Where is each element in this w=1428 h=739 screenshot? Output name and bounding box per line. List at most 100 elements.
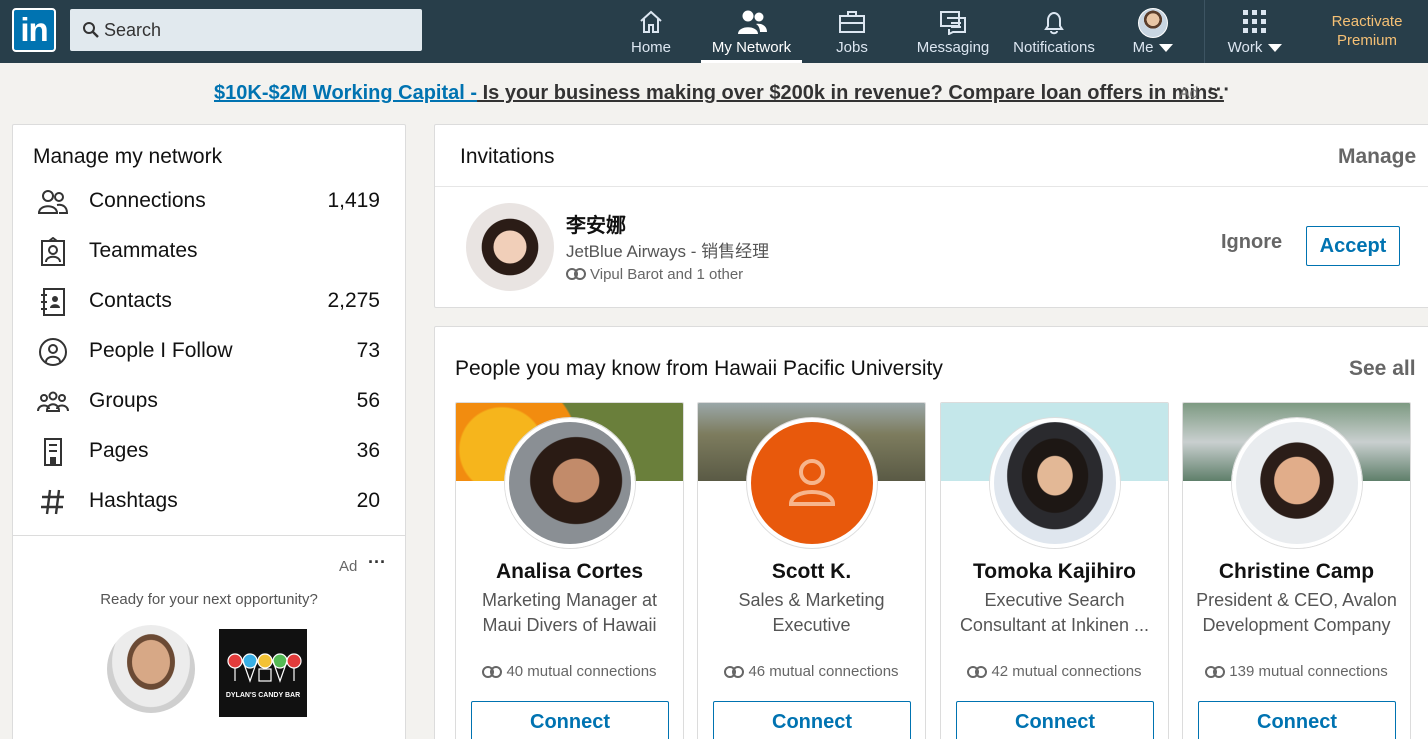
people-you-may-know-card: People you may know from Hawaii Pacific …	[434, 326, 1428, 739]
reactivate-premium-link[interactable]: Reactivate Premium	[1316, 12, 1418, 50]
mutual-connections-icon	[967, 666, 988, 678]
pages-icon	[44, 438, 62, 466]
inviter-avatar[interactable]	[466, 203, 554, 291]
person-avatar[interactable]	[505, 418, 635, 548]
person-mutual[interactable]: 46 mutual connections	[698, 663, 925, 680]
network-row-label: Pages	[89, 439, 149, 462]
network-row-teammates[interactable]: Teammates	[13, 225, 405, 275]
person-card[interactable]: Tomoka Kajihiro Executive Search Consult…	[940, 402, 1169, 739]
person-mutual-text: 46 mutual connections	[748, 663, 899, 680]
invitations-title: Invitations	[460, 145, 555, 168]
briefcase-icon	[839, 11, 865, 33]
person-mutual[interactable]: 42 mutual connections	[941, 663, 1168, 680]
nav-messaging-label: Messaging	[916, 39, 990, 56]
person-headline: Marketing Manager at Maui Divers of Hawa…	[481, 590, 658, 635]
person-name[interactable]: Analisa Cortes	[456, 560, 683, 584]
manage-invitations-link[interactable]: Manage	[1338, 145, 1416, 169]
nav-work[interactable]: Work	[1218, 0, 1292, 63]
ad-person-photo[interactable]	[107, 625, 195, 713]
manage-network-title: Manage my network	[33, 145, 223, 168]
network-row-count: 73	[356, 339, 380, 362]
network-row-count: 2,275	[327, 289, 380, 312]
network-row-people-i-follow[interactable]: People I Follow 73	[13, 325, 405, 375]
ad-text: Ready for your next opportunity?	[100, 591, 318, 608]
network-row-count: 56	[356, 389, 380, 412]
person-mutual[interactable]: 40 mutual connections	[456, 663, 683, 680]
person-name[interactable]: Scott K.	[698, 560, 925, 584]
person-avatar[interactable]	[1232, 418, 1362, 548]
linkedin-logo[interactable]: in	[12, 8, 56, 52]
connect-button[interactable]: Connect	[713, 701, 911, 739]
person-name[interactable]: Tomoka Kajihiro	[941, 560, 1168, 584]
nav-jobs-label: Jobs	[836, 39, 868, 56]
candy-logo-image: DYLAN'S CANDY BAR	[226, 653, 302, 699]
person-headline: Executive Search Consultant at Inkinen .…	[959, 590, 1150, 635]
network-row-label: Connections	[89, 189, 206, 212]
network-row-hashtags[interactable]: Hashtags 20	[13, 475, 405, 525]
default-person-icon	[788, 459, 836, 506]
person-card[interactable]: Christine Camp President & CEO, Avalon D…	[1182, 402, 1411, 739]
manage-network-card: Manage my network Connections 1,419 Team…	[12, 124, 406, 739]
accept-button[interactable]: Accept	[1306, 226, 1400, 266]
network-row-label: People I Follow	[89, 339, 233, 362]
inviter-mutual-text: Vipul Barot and 1 other	[590, 266, 744, 283]
search-box[interactable]	[70, 9, 422, 51]
nav-my-network[interactable]: My Network	[701, 0, 802, 63]
groups-icon	[37, 391, 69, 412]
nav-work-label: Work	[1227, 39, 1263, 56]
inviter-mutual[interactable]: Vipul Barot and 1 other	[566, 266, 743, 283]
mutual-connections-icon	[724, 666, 745, 678]
ad-banner-link[interactable]: $10K-$2M Working Capital -	[214, 82, 477, 104]
nav-me[interactable]: Me	[1118, 0, 1188, 63]
contacts-icon	[41, 288, 65, 316]
search-input[interactable]	[104, 15, 404, 45]
pymk-title: People you may know from Hawaii Pacific …	[455, 357, 943, 380]
person-card[interactable]: Scott K. Sales & Marketing Executive 46 …	[697, 402, 926, 739]
person-name[interactable]: Christine Camp	[1183, 560, 1410, 584]
ad-menu-button[interactable]: ···	[1208, 79, 1231, 102]
connections-icon	[37, 190, 69, 214]
nav-home[interactable]: Home	[616, 0, 686, 63]
nav-notifications[interactable]: Notifications	[1008, 0, 1100, 63]
divider	[435, 186, 1428, 187]
messaging-icon	[940, 11, 966, 35]
ad-banner-text[interactable]: $10K-$2M Working Capital - Is your busin…	[214, 82, 1224, 105]
nav-messaging[interactable]: Messaging	[912, 0, 994, 63]
home-icon	[640, 10, 662, 33]
person-mutual-text: 139 mutual connections	[1229, 663, 1388, 680]
person-avatar[interactable]	[747, 418, 877, 548]
nav-my-network-label: My Network	[711, 39, 792, 56]
network-row-pages[interactable]: Pages 36	[13, 425, 405, 475]
inviter-headline: JetBlue Airways - 销售经理	[566, 242, 770, 261]
nav-home-label: Home	[630, 39, 671, 56]
top-nav: in Home My Network Jobs Messaging Notifi…	[0, 0, 1428, 63]
premium-line-1: Reactivate	[1331, 13, 1403, 30]
network-row-label: Hashtags	[89, 489, 178, 512]
ad-banner-rest[interactable]: Is your business making over $200k in re…	[477, 82, 1224, 104]
network-row-count: 1,419	[327, 189, 380, 212]
mutual-connections-icon	[482, 666, 503, 678]
connect-button[interactable]: Connect	[956, 701, 1154, 739]
chevron-down-icon	[1268, 44, 1283, 53]
see-all-link[interactable]: See all	[1349, 357, 1416, 381]
hashtag-icon	[41, 489, 64, 515]
ignore-button[interactable]: Ignore	[1221, 231, 1282, 254]
ad-menu-button[interactable]: ···	[368, 552, 386, 573]
network-row-connections[interactable]: Connections 1,419	[13, 175, 405, 225]
network-row-count: 20	[356, 489, 380, 512]
chevron-down-icon	[1159, 44, 1174, 53]
network-row-contacts[interactable]: Contacts 2,275	[13, 275, 405, 325]
mutual-connections-icon	[1205, 666, 1226, 678]
connect-button[interactable]: Connect	[1198, 701, 1396, 739]
person-headline: Sales & Marketing Executive	[738, 590, 885, 635]
connect-button[interactable]: Connect	[471, 701, 669, 739]
nav-jobs[interactable]: Jobs	[820, 0, 884, 63]
person-avatar[interactable]	[990, 418, 1120, 548]
nav-divider	[1204, 0, 1205, 63]
person-mutual[interactable]: 139 mutual connections	[1183, 663, 1410, 680]
network-row-groups[interactable]: Groups 56	[13, 375, 405, 425]
inviter-name[interactable]: 李安娜	[566, 209, 626, 238]
candy-bar-logo[interactable]: DYLAN'S CANDY BAR	[219, 629, 307, 717]
ad-label: Ad	[339, 558, 358, 575]
person-card[interactable]: Analisa Cortes Marketing Manager at Maui…	[455, 402, 684, 739]
